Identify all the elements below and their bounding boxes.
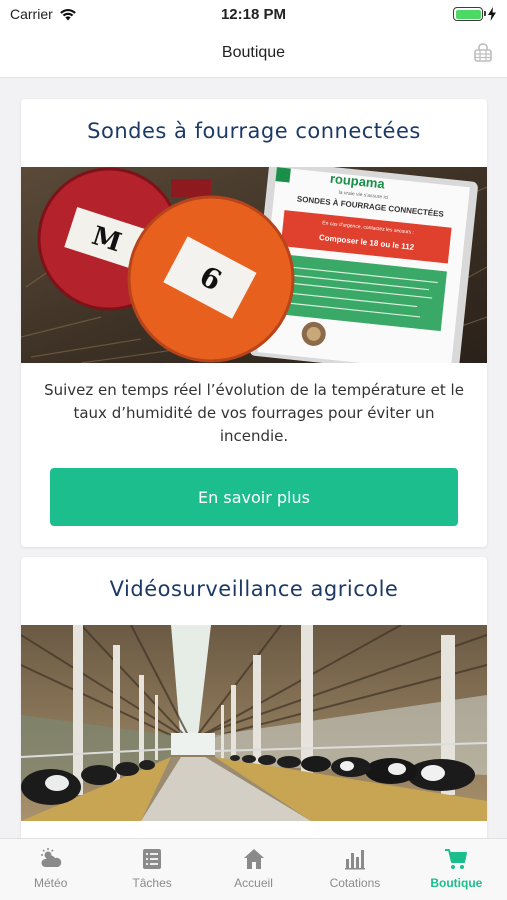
tab-bar: Météo Tâches Accueil Cotations Boutique [0, 838, 507, 900]
battery-icon [453, 7, 486, 21]
tab-label: Tâches [132, 876, 172, 890]
carrier-label: Carrier [10, 6, 53, 22]
page-title: Boutique [221, 43, 286, 61]
wifi-icon [59, 8, 76, 20]
tab-label: Météo [34, 876, 68, 890]
basket-icon[interactable] [473, 43, 493, 63]
tab-label: Accueil [234, 876, 273, 890]
product-card-fodder-probes: Sondes à fourrage connectées M roupama l… [21, 99, 487, 547]
tab-accueil[interactable]: Accueil [203, 839, 304, 900]
tab-label: Cotations [329, 876, 381, 890]
charging-icon [488, 7, 496, 21]
tab-boutique[interactable]: Boutique [406, 839, 507, 900]
nav-bar: Boutique [0, 28, 507, 78]
status-right [453, 7, 497, 21]
status-bar: Carrier 12:18 PM [0, 0, 507, 28]
barn-image [21, 625, 487, 821]
shop-content[interactable]: Sondes à fourrage connectées M roupama l… [0, 80, 507, 838]
tasks-icon [143, 849, 162, 869]
tab-taches[interactable]: Tâches [101, 839, 202, 900]
card-title: Vidéosurveillance agricole [109, 577, 399, 601]
chart-icon [344, 850, 365, 870]
status-left: Carrier [10, 6, 77, 22]
cart-icon [445, 849, 468, 869]
tab-label: Boutique [430, 876, 483, 890]
card-title: Sondes à fourrage connectées [87, 119, 421, 143]
product-card-video-surveillance: Vidéosurveillance agricole [21, 557, 487, 838]
home-icon [243, 849, 264, 869]
learn-more-button[interactable]: En savoir plus [50, 468, 458, 526]
fodder-probes-image: M roupama la vraie vie s'assure ici SOND… [21, 167, 487, 363]
tab-meteo[interactable]: Météo [0, 839, 101, 900]
card-description: Suivez en temps réel l’évolution de la t… [44, 381, 464, 445]
tab-cotations[interactable]: Cotations [304, 839, 405, 900]
barn-photo [21, 625, 487, 821]
weather-icon [40, 848, 61, 867]
fodder-probes-photo: M roupama la vraie vie s'assure ici SOND… [21, 167, 487, 363]
